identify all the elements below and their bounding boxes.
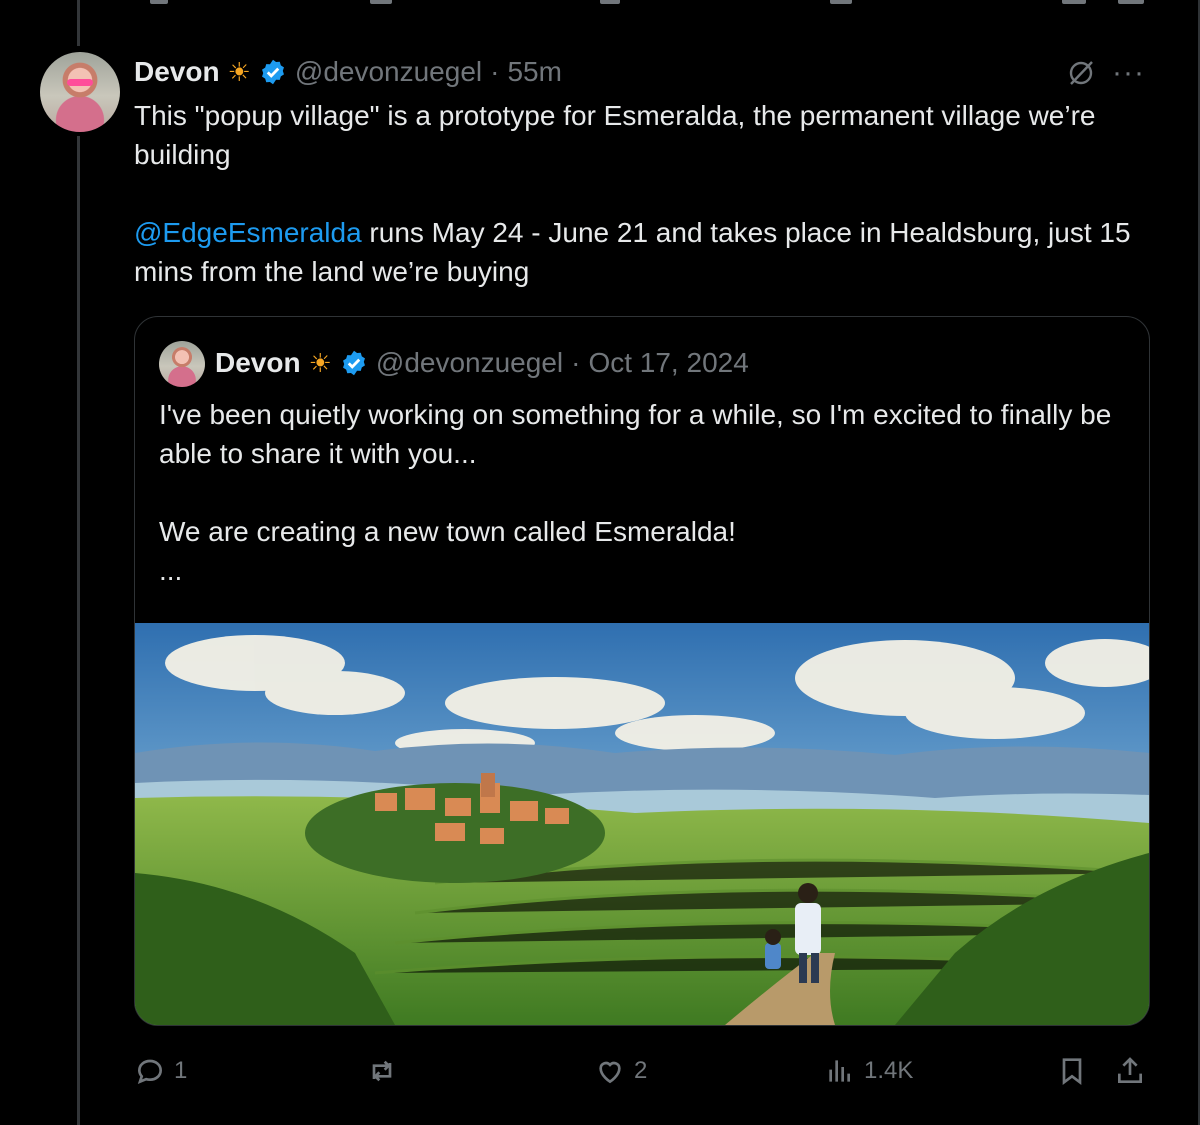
quoted-separator: ·: [571, 347, 581, 378]
verified-icon: [342, 350, 365, 376]
quoted-para-1: I've been quietly working on something f…: [159, 399, 1112, 469]
quoted-para-2: We are creating a new town called Esmera…: [159, 516, 736, 547]
like-button[interactable]: 2: [594, 1048, 647, 1094]
reply-count: 1: [174, 1057, 188, 1084]
tweet-actions: 1 2 1.4K: [134, 1048, 1154, 1094]
author-name[interactable]: Devon: [134, 56, 220, 88]
grok-icon[interactable]: [1066, 58, 1096, 88]
tweet-text: This "popup village" is a prototype for …: [134, 96, 1154, 291]
tweet-line-2: @EdgeEsmeralda runs May 24 - June 21 and…: [134, 213, 1154, 291]
share-button[interactable]: [1114, 1048, 1146, 1094]
bookmark-icon: [1062, 1058, 1082, 1085]
views-button[interactable]: 1.4K: [824, 1048, 913, 1094]
like-count: 2: [634, 1057, 648, 1084]
sun-emoji: ☀: [227, 56, 251, 87]
quoted-tweet[interactable]: Devon ☀ @devonzuegel · Oct 17, 2024 I've…: [134, 316, 1150, 1026]
views-icon: [829, 1060, 850, 1082]
repost-button[interactable]: [366, 1048, 406, 1094]
like-icon: [599, 1061, 621, 1084]
author-handle[interactable]: @devonzuegel: [295, 56, 482, 88]
quoted-avatar: [159, 341, 205, 387]
previous-tweet-actions-partial: [0, 0, 1200, 10]
more-icon[interactable]: ···: [1112, 56, 1145, 90]
mention-link[interactable]: @EdgeEsmeralda: [134, 217, 362, 248]
views-count: 1.4K: [864, 1057, 914, 1084]
quoted-image[interactable]: [135, 623, 1149, 1025]
repost-icon: [372, 1060, 392, 1082]
quoted-handle: @devonzuegel: [375, 347, 564, 378]
quoted-date: Oct 17, 2024: [588, 347, 749, 378]
share-icon: [1118, 1057, 1142, 1083]
quoted-sun-emoji: ☀: [308, 347, 332, 378]
avatar[interactable]: [40, 52, 120, 132]
quoted-author-name: Devon: [215, 347, 301, 378]
reply-icon: [137, 1059, 163, 1085]
bookmark-button[interactable]: [1056, 1048, 1088, 1094]
tweet-line-1: This "popup village" is a prototype for …: [134, 100, 1096, 170]
timestamp[interactable]: 55m: [507, 56, 561, 88]
separator-dot: ·: [490, 56, 500, 87]
verified-icon: [261, 59, 284, 85]
reply-button[interactable]: 1: [134, 1048, 187, 1094]
tweet-header: Devon ☀ @devonzuegel · 55m: [134, 54, 562, 90]
quoted-header: Devon ☀ @devonzuegel · Oct 17, 2024: [215, 347, 749, 379]
quoted-text: I've been quietly working on something f…: [159, 395, 1119, 590]
quoted-ellipsis: ...: [159, 555, 183, 586]
thread-line-bottom: [77, 136, 80, 1125]
